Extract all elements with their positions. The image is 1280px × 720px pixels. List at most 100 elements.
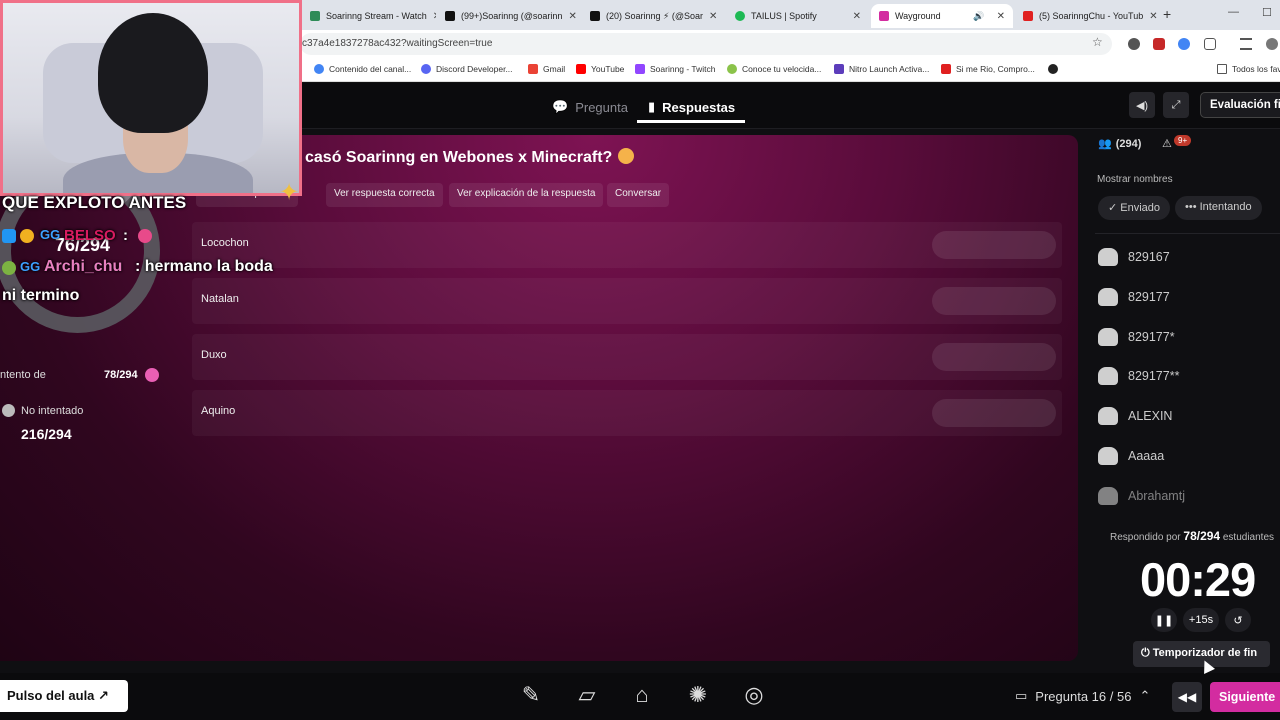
browser-tab-twitch-stream[interactable]: Soarinng Stream - Watch ✕ bbox=[302, 4, 436, 28]
extension-blue-icon[interactable] bbox=[1178, 38, 1190, 50]
whiteboard-icon[interactable]: ▱ bbox=[570, 682, 604, 712]
question-navigator[interactable]: ▭ Pregunta 16 / 56 ⌃ bbox=[1015, 688, 1150, 704]
student-name: ALEXIN bbox=[1128, 409, 1173, 423]
question-text: casó Soarinng en Webones x Minecraft? bbox=[305, 148, 635, 167]
show-correct-answer-button[interactable]: Ver respuesta correcta bbox=[326, 183, 443, 207]
tab-respuestas[interactable]: ▮ Respuestas bbox=[648, 99, 735, 115]
avatar bbox=[1098, 447, 1118, 465]
tab-favicon-icon bbox=[735, 11, 745, 21]
reset-timer-button[interactable]: ↺ bbox=[1225, 608, 1251, 632]
close-icon[interactable]: ✕ bbox=[853, 11, 861, 22]
student-item[interactable]: Abrahamtj bbox=[1098, 487, 1185, 505]
filter-enviado[interactable]: ✓ Enviado bbox=[1098, 196, 1171, 220]
student-item[interactable]: 829177* bbox=[1098, 328, 1175, 346]
gmail-icon bbox=[528, 64, 538, 74]
student-item[interactable]: 829177** bbox=[1098, 367, 1179, 385]
discord-icon bbox=[421, 64, 431, 74]
twitch-icon bbox=[635, 64, 645, 74]
chat-button[interactable]: Conversar bbox=[607, 183, 670, 207]
student-item[interactable]: Aaaaa bbox=[1098, 447, 1164, 465]
browser-tab-youtube[interactable]: (5) SoarinngChu - YouTub ✕ bbox=[1015, 4, 1157, 28]
close-icon[interactable]: ✕ bbox=[1149, 11, 1157, 22]
end-evaluation-button[interactable]: Evaluación fin bbox=[1200, 92, 1280, 118]
bookmark-item[interactable] bbox=[1048, 64, 1058, 74]
add-15s-button[interactable]: +15s bbox=[1183, 608, 1219, 632]
webcam-overlay bbox=[0, 0, 302, 196]
countdown-timer: 00:29 bbox=[1140, 553, 1256, 606]
chat-separator: : bbox=[123, 227, 128, 244]
reset-icon: ↺ bbox=[1233, 614, 1243, 627]
show-explanation-button[interactable]: Ver explicación de la respuesta bbox=[449, 183, 604, 207]
highlighter-icon[interactable]: ✎ bbox=[514, 682, 548, 712]
answered-summary: Respondido por 78/294 estudiantes bbox=[1110, 529, 1274, 543]
bookmarks-folder[interactable]: Todos los fav bbox=[1217, 64, 1280, 74]
browser-tab-x[interactable]: (20) Soarinng ⚡ (@Soar ✕ bbox=[582, 4, 724, 28]
avatar bbox=[1098, 288, 1118, 306]
media-control-icon[interactable] bbox=[1240, 38, 1252, 50]
dots-icon: ••• bbox=[1185, 201, 1200, 213]
not-attempted-value: 216/294 bbox=[21, 426, 72, 442]
bookmark-item[interactable]: Si me Rio, Compro... bbox=[941, 64, 1035, 74]
filter-intentando[interactable]: ••• Intentando bbox=[1175, 196, 1262, 220]
bookmark-star-icon[interactable]: ☆ bbox=[1092, 35, 1103, 49]
next-question-button[interactable]: Siguiente bbox=[1210, 682, 1280, 712]
warning-icon[interactable]: ⚠ bbox=[1162, 137, 1172, 150]
bookmark-item[interactable]: Discord Developer... bbox=[421, 64, 513, 74]
chat-username: BELSO bbox=[64, 227, 116, 244]
student-item[interactable]: ALEXIN bbox=[1098, 407, 1172, 425]
answer-option: Natalan bbox=[192, 278, 1062, 324]
student-item[interactable]: 829177 bbox=[1098, 288, 1170, 306]
bookmark-label: Soarinng - Twitch bbox=[650, 64, 716, 74]
chat-emote-icon bbox=[138, 229, 152, 243]
spinner-wheel-icon[interactable]: ✺ bbox=[681, 682, 715, 712]
bookmark-item[interactable]: Gmail bbox=[528, 64, 565, 74]
fullscreen-button[interactable]: ⤢ bbox=[1163, 92, 1189, 118]
extensions-puzzle-icon[interactable] bbox=[1204, 38, 1216, 50]
browser-tab-wayground[interactable]: Wayground 🔊 ✕ bbox=[871, 4, 1013, 28]
timer-tool-icon[interactable]: ◎ bbox=[737, 682, 771, 712]
close-icon[interactable]: ✕ bbox=[997, 11, 1005, 22]
pause-button[interactable]: ❚❚ bbox=[1151, 608, 1177, 632]
chat-message: ni termino bbox=[2, 287, 80, 304]
bookmark-item[interactable]: YouTube bbox=[576, 64, 624, 74]
student-count: 👥 (294) bbox=[1098, 137, 1142, 151]
browser-tab-tiktok[interactable]: (99+)Soarinng (@soarinn ✕ bbox=[437, 4, 579, 28]
bookmark-item[interactable]: Nitro Launch Activa... bbox=[834, 64, 929, 74]
tab-title: (99+)Soarinng (@soarinn bbox=[461, 11, 563, 21]
chat-badge-icon bbox=[2, 229, 16, 243]
new-tab-button[interactable]: + bbox=[1163, 6, 1171, 22]
previous-question-button[interactable]: ◀◀ bbox=[1172, 682, 1202, 712]
address-bar[interactable]: c37a4e1837278ac432?waitingScreen=true bbox=[300, 33, 1112, 55]
speaker-icon[interactable]: 🔊 bbox=[973, 11, 984, 22]
close-icon[interactable]: ✕ bbox=[433, 11, 436, 22]
bookmark-item[interactable]: Contenido del canal... bbox=[314, 64, 411, 74]
student-name: 829177* bbox=[1128, 330, 1175, 344]
students-sidebar: 👥 (294) ⚠ 9+ Mostrar nombres ✓ Enviado ••… bbox=[1085, 129, 1280, 669]
answer-option: Aquino bbox=[192, 390, 1062, 436]
sparkle-icon: ✦ bbox=[279, 179, 300, 206]
chat-bubble-icon: 💬 bbox=[552, 99, 569, 114]
maximize-icon[interactable]: ☐ bbox=[1262, 6, 1272, 19]
chat-badge-text: GG bbox=[20, 259, 41, 274]
volume-button[interactable]: ◀) bbox=[1129, 92, 1155, 118]
browser-tab-spotify[interactable]: TAILUS | Spotify ✕ bbox=[727, 4, 869, 28]
close-icon[interactable]: ✕ bbox=[568, 11, 576, 22]
count-label: (294) bbox=[1115, 137, 1142, 150]
extension-record-icon[interactable] bbox=[1128, 38, 1140, 50]
tab-label: Pregunta bbox=[575, 99, 628, 115]
classroom-pulse-button[interactable]: Pulso del aula ↗ bbox=[0, 680, 128, 712]
profile-icon[interactable] bbox=[1266, 38, 1278, 50]
tab-pregunta[interactable]: 💬 Pregunta bbox=[552, 99, 628, 115]
student-item[interactable]: 829167 bbox=[1098, 248, 1170, 266]
close-icon[interactable]: ✕ bbox=[709, 11, 717, 22]
chevron-up-icon: ⌃ bbox=[1139, 688, 1151, 703]
nitro-icon bbox=[834, 64, 844, 74]
minimize-icon[interactable]: — bbox=[1228, 6, 1239, 18]
student-name: 829167 bbox=[1128, 250, 1170, 264]
bookmark-item[interactable]: Conoce tu velocida... bbox=[727, 64, 821, 74]
bookmark-item[interactable]: Soarinng - Twitch bbox=[635, 64, 716, 74]
extension-pdf-icon[interactable] bbox=[1153, 38, 1165, 50]
present-icon[interactable]: ⌂ bbox=[625, 682, 659, 712]
answer-bar bbox=[932, 287, 1056, 315]
show-names-toggle[interactable]: Mostrar nombres bbox=[1097, 174, 1173, 185]
